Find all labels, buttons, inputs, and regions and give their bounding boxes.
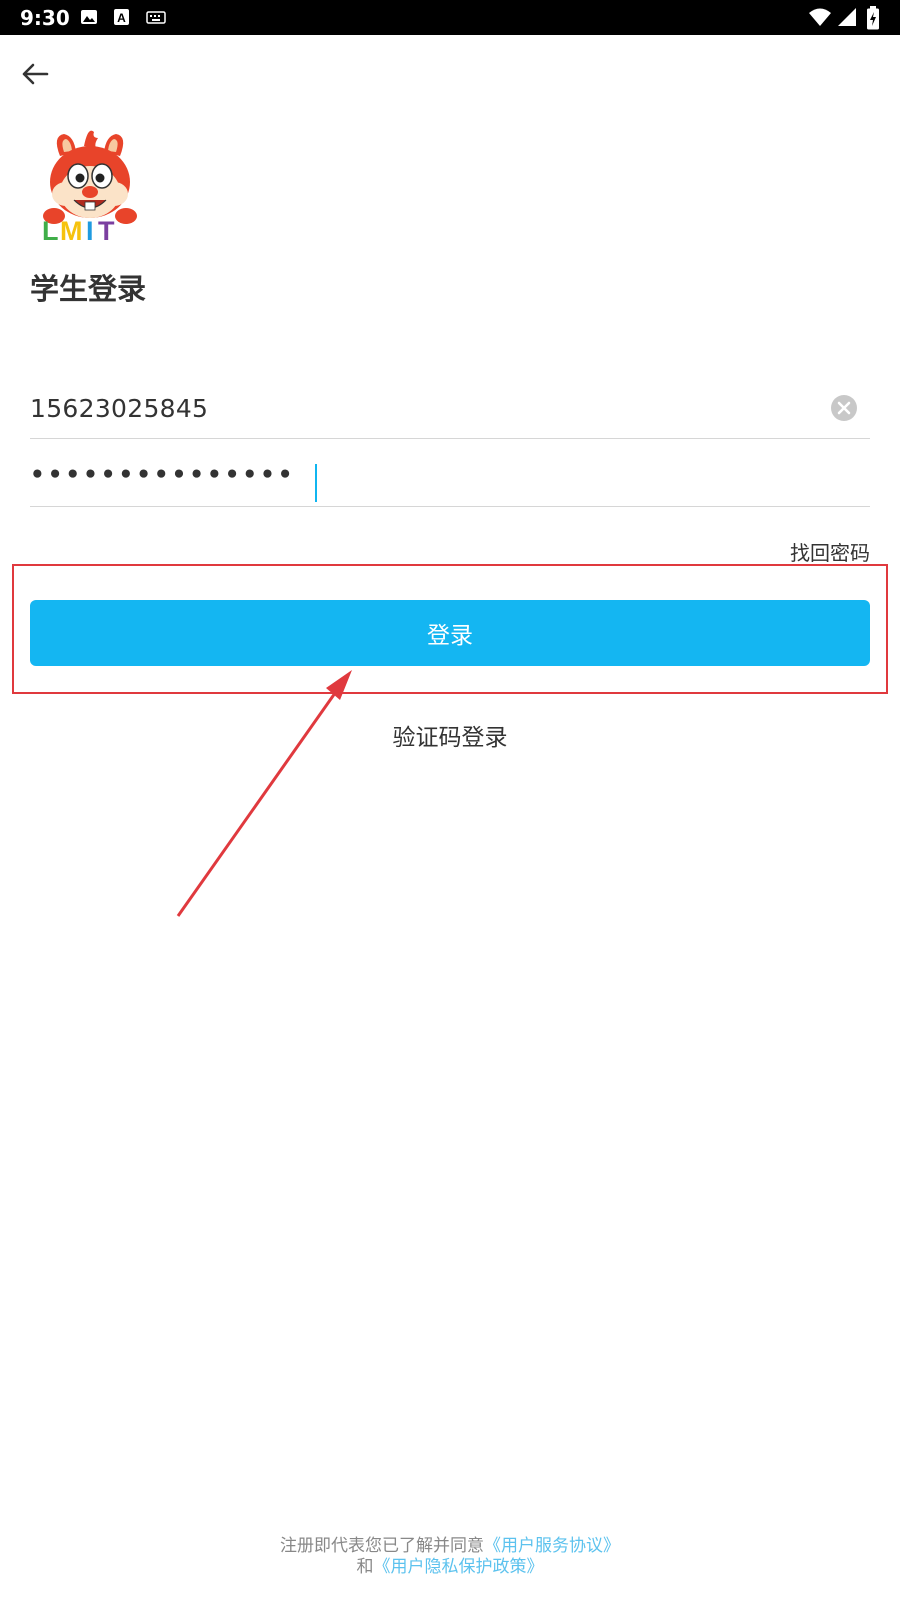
status-time: 9:30 — [20, 6, 70, 30]
login-button[interactable]: 登录 — [30, 600, 870, 666]
agreement-text: 注册即代表您已了解并同意 — [280, 1536, 484, 1556]
password-mask: ••••••••••••••• — [30, 462, 296, 488]
back-arrow-icon — [22, 63, 49, 85]
svg-text:M: M — [60, 216, 83, 244]
squirrel-logo: L M I T — [42, 130, 137, 244]
privacy-policy-link[interactable]: 《用户隐私保护政策》 — [374, 1557, 544, 1577]
clear-icon[interactable] — [830, 394, 858, 422]
sms-code-login-link[interactable]: 验证码登录 — [0, 718, 900, 752]
battery-icon — [867, 6, 879, 30]
agreement-line-1: 注册即代表您已了解并同意《用户服务协议》 — [0, 1536, 900, 1557]
login-screen: 9:30 A L M I T 学生登录 15623025845 ••••••••… — [0, 0, 900, 1600]
back-button[interactable] — [20, 60, 50, 88]
status-bar: 9:30 A — [0, 0, 900, 35]
page-title: 学生登录 — [30, 272, 147, 306]
svg-text:L: L — [42, 216, 59, 244]
a-icon: A — [114, 9, 129, 25]
svg-text:T: T — [98, 216, 115, 244]
svg-text:A: A — [117, 11, 126, 25]
password-input[interactable]: ••••••••••••••• — [30, 452, 870, 507]
keyboard-icon — [146, 11, 166, 24]
phone-value: 15623025845 — [30, 394, 209, 423]
phone-input[interactable]: 15623025845 — [30, 386, 870, 439]
signal-icon — [838, 8, 856, 26]
wifi-icon — [809, 8, 831, 26]
image-icon — [81, 10, 97, 24]
agreement-footer: 注册即代表您已了解并同意《用户服务协议》 和《用户隐私保护政策》 — [0, 1536, 900, 1578]
agreement-and-text: 和 — [356, 1557, 374, 1577]
agreement-line-2: 和《用户隐私保护政策》 — [0, 1557, 900, 1578]
svg-text:I: I — [86, 216, 94, 244]
forgot-password-link[interactable]: 找回密码 — [790, 537, 870, 566]
text-cursor — [315, 464, 317, 502]
terms-of-service-link[interactable]: 《用户服务协议》 — [484, 1536, 620, 1556]
